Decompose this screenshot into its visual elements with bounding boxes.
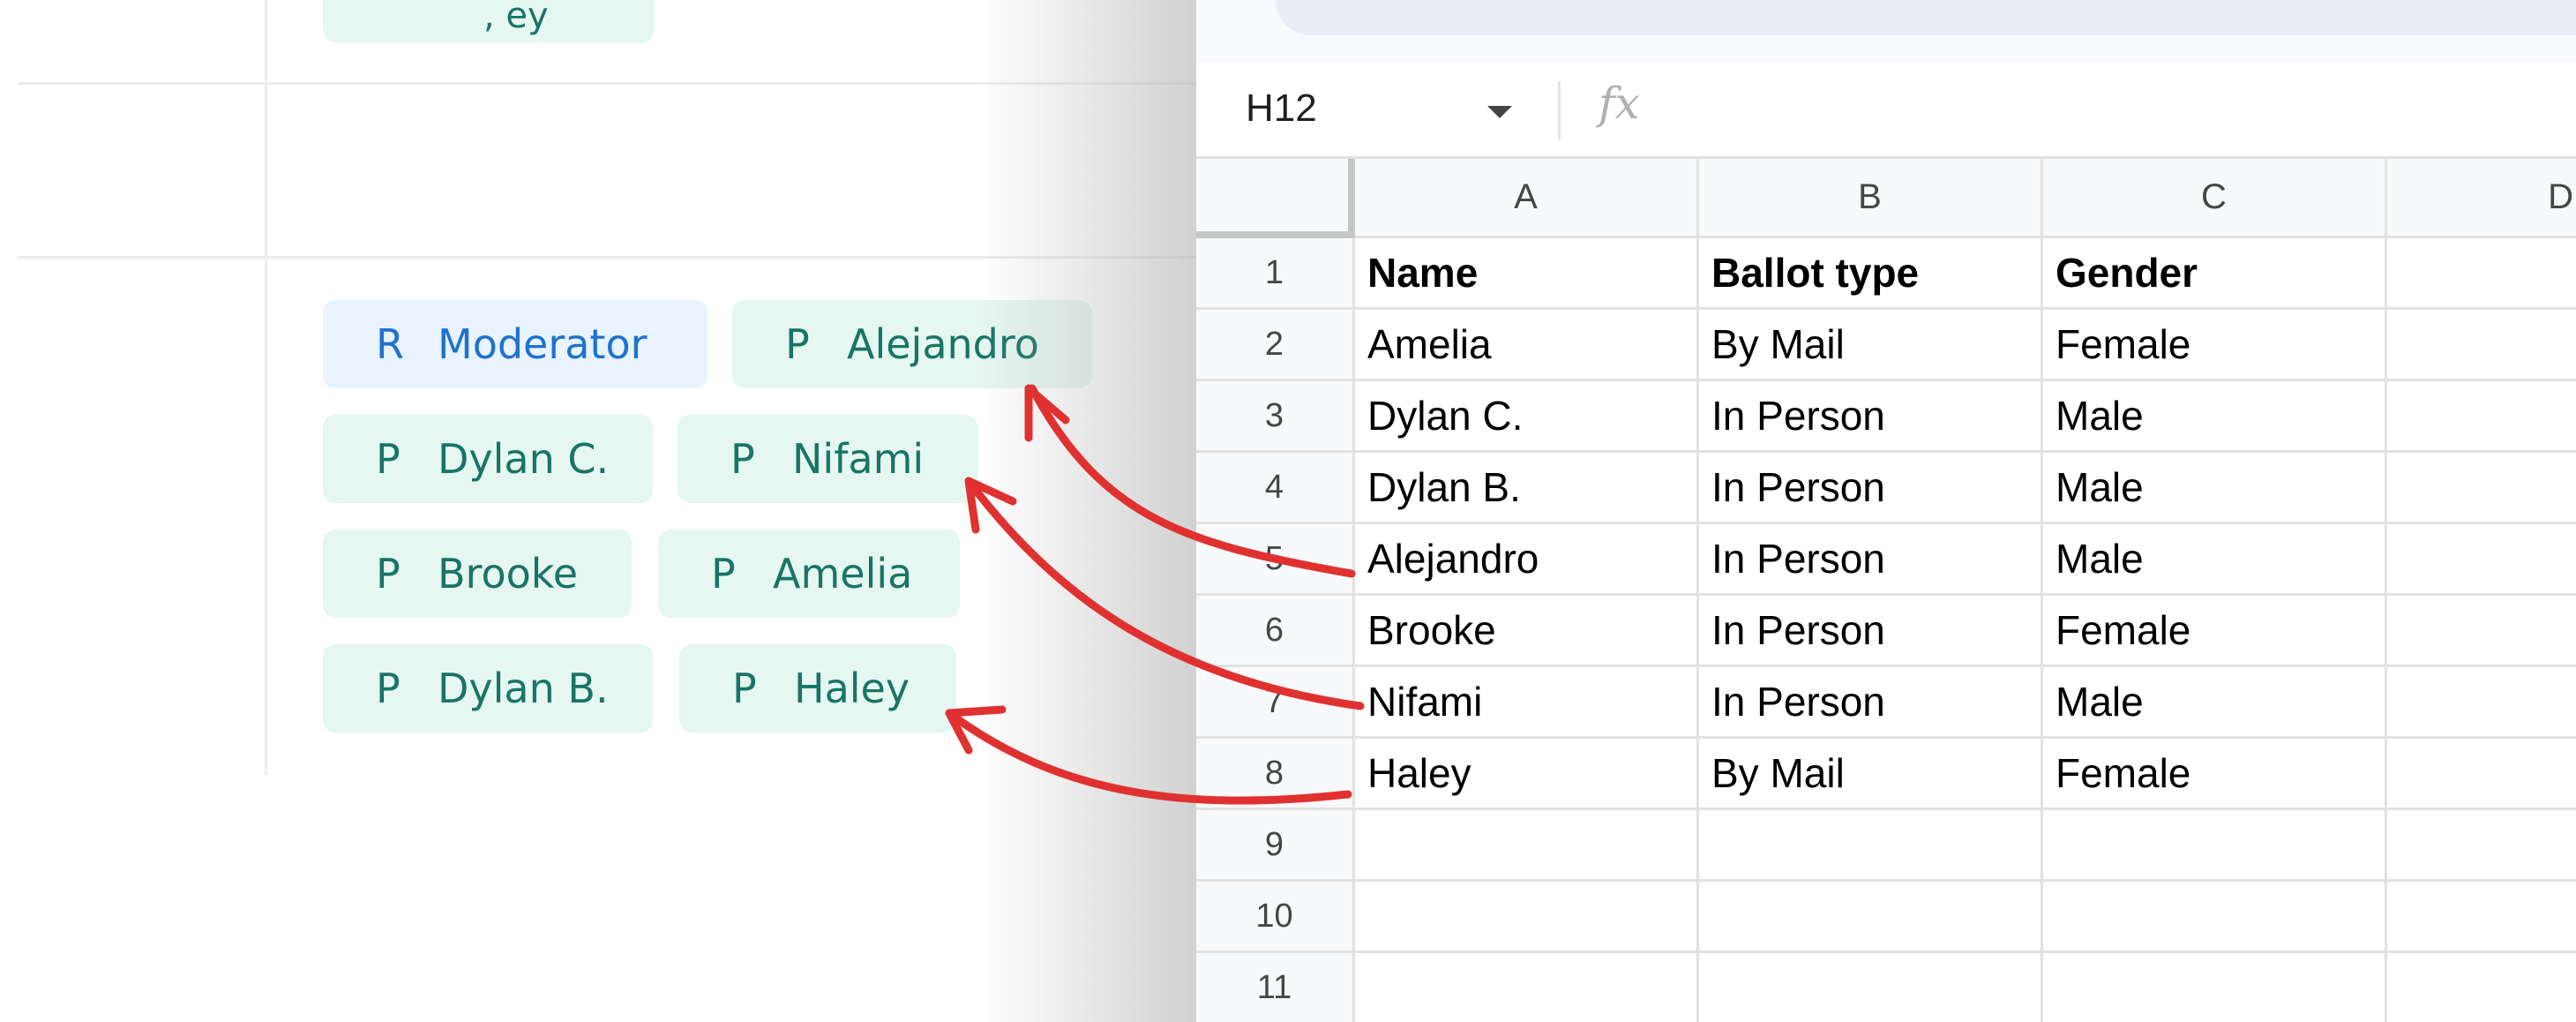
table-cell[interactable]: In Person — [1699, 596, 2043, 667]
header-cell[interactable]: Name — [1355, 238, 1699, 310]
chip-letter: P — [376, 435, 401, 483]
row-header[interactable]: 6 — [1196, 596, 1355, 667]
spreadsheet: H12 𝑓𝑥 A B C D 1 Name Ballot type Gender 2 Am… — [1196, 0, 2576, 1022]
table-cell[interactable] — [2387, 310, 2576, 381]
table-cell[interactable] — [2387, 667, 2576, 739]
chip-label: Dylan C. — [438, 435, 610, 483]
table-cell[interactable]: By Mail — [1699, 739, 2043, 810]
name-box[interactable]: H12 — [1246, 86, 1317, 131]
row-header[interactable]: 8 — [1196, 739, 1355, 810]
table-cell[interactable] — [2387, 953, 2576, 1022]
table-cell[interactable] — [2043, 882, 2387, 953]
table-cell[interactable] — [1355, 810, 1699, 882]
chip-letter: R — [376, 320, 404, 368]
table-cell[interactable] — [2387, 739, 2576, 810]
row-header[interactable]: 9 — [1196, 810, 1355, 882]
row-header[interactable]: 5 — [1196, 524, 1355, 596]
row-header[interactable]: 4 — [1196, 453, 1355, 524]
panel-shadow — [979, 0, 1200, 1022]
row-header[interactable]: 1 — [1196, 238, 1355, 310]
formula-divider — [1558, 81, 1561, 139]
header-cell[interactable]: Ballot type — [1699, 238, 2043, 310]
select-all-corner[interactable] — [1196, 159, 1355, 238]
table-cell[interactable]: Alejandro — [1355, 524, 1699, 596]
row-header[interactable]: 7 — [1196, 667, 1355, 739]
table-cell[interactable] — [2387, 453, 2576, 524]
table-cell[interactable] — [1699, 953, 2043, 1022]
chip-amelia[interactable]: P Amelia — [658, 530, 960, 618]
chip-label: Amelia — [773, 550, 913, 597]
chip-label: , ey — [483, 0, 549, 36]
table-cell[interactable] — [2387, 596, 2576, 667]
chip-letter: P — [711, 550, 736, 597]
chip-letter: P — [376, 550, 401, 597]
chip-label: Dylan B. — [438, 665, 609, 712]
divider — [265, 0, 267, 775]
table-cell[interactable] — [1355, 882, 1699, 953]
table-cell[interactable]: Haley — [1355, 739, 1699, 810]
chip-nifami[interactable]: P Nifami — [678, 415, 977, 503]
chip-moderator[interactable]: R Moderator — [323, 300, 708, 388]
table-cell[interactable] — [2387, 810, 2576, 882]
column-header-b[interactable]: B — [1699, 159, 2043, 238]
table-cell[interactable] — [1699, 810, 2043, 882]
table-cell[interactable] — [2043, 953, 2387, 1022]
table-cell[interactable]: By Mail — [1699, 310, 2043, 381]
chip-dylan-c[interactable]: P Dylan C. — [323, 415, 653, 503]
row-header[interactable]: 3 — [1196, 381, 1355, 453]
table-cell[interactable]: In Person — [1699, 453, 2043, 524]
column-header-d[interactable]: D — [2387, 159, 2576, 238]
table-cell[interactable] — [1699, 882, 2043, 953]
table-cell[interactable]: Female — [2043, 739, 2387, 810]
header-cell[interactable]: Gender — [2043, 238, 2387, 310]
participant-chip-partial[interactable]: , ey — [323, 0, 655, 42]
fx-icon: 𝑓𝑥 — [1599, 78, 1640, 129]
table-cell[interactable] — [2043, 810, 2387, 882]
column-header-a[interactable]: A — [1355, 159, 1699, 238]
chip-haley[interactable]: P Haley — [679, 644, 956, 733]
table-cell[interactable]: Brooke — [1355, 596, 1699, 667]
header-cell[interactable] — [2387, 238, 2576, 310]
table-cell[interactable]: Female — [2043, 310, 2387, 381]
table-cell[interactable]: Male — [2043, 381, 2387, 453]
table-cell[interactable]: Amelia — [1355, 310, 1699, 381]
table-cell[interactable] — [2387, 524, 2576, 596]
table-cell[interactable]: In Person — [1699, 524, 2043, 596]
chip-label: Moderator — [438, 320, 648, 368]
table-cell[interactable]: Dylan B. — [1355, 453, 1699, 524]
chip-letter: P — [376, 665, 401, 712]
chip-letter: P — [732, 665, 757, 712]
chip-label: Nifami — [792, 435, 925, 483]
row-header[interactable]: 2 — [1196, 310, 1355, 381]
chip-letter: P — [730, 435, 755, 483]
table-cell[interactable]: Male — [2043, 667, 2387, 739]
formula-bar: H12 𝑓𝑥 — [1196, 62, 2576, 159]
chip-dylan-b[interactable]: P Dylan B. — [323, 644, 653, 733]
table-cell[interactable] — [1355, 953, 1699, 1022]
table-cell[interactable]: Female — [2043, 596, 2387, 667]
table-cell[interactable] — [2387, 381, 2576, 453]
table-cell[interactable]: Male — [2043, 453, 2387, 524]
table-cell[interactable]: Nifami — [1355, 667, 1699, 739]
table-cell[interactable] — [2387, 882, 2576, 953]
table-cell[interactable]: In Person — [1699, 667, 2043, 739]
chip-letter: P — [785, 320, 810, 368]
column-header-c[interactable]: C — [2043, 159, 2387, 238]
table-cell[interactable]: Male — [2043, 524, 2387, 596]
chip-brooke[interactable]: P Brooke — [323, 530, 632, 618]
chip-label: Brooke — [438, 550, 579, 597]
row-header[interactable]: 11 — [1196, 953, 1355, 1022]
name-box-dropdown-icon[interactable] — [1487, 106, 1512, 118]
chip-label: Haley — [794, 665, 910, 712]
toolbar — [1276, 0, 2576, 35]
table-cell[interactable]: Dylan C. — [1355, 381, 1699, 453]
row-header[interactable]: 10 — [1196, 882, 1355, 953]
table-cell[interactable]: In Person — [1699, 381, 2043, 453]
